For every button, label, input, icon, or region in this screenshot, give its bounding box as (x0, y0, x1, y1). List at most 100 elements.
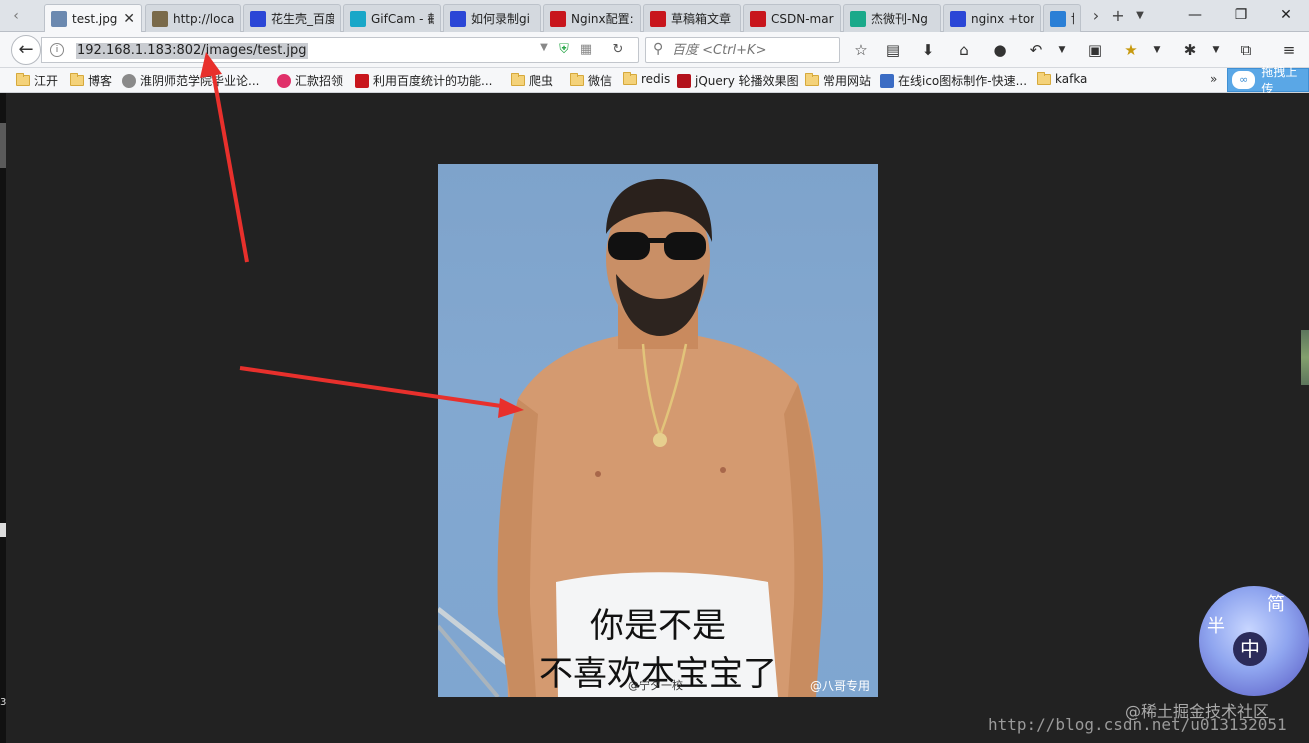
tab-label: 花生壳_百度 (271, 12, 334, 26)
tab[interactable]: http://loca (145, 4, 241, 32)
bookmark-label: 淮阴师范学院毕业论... (140, 74, 260, 88)
drag-upload-label: 拖拽上传 (1261, 65, 1298, 96)
download-icon[interactable]: ⬇ (918, 40, 938, 60)
scroll-tabs-left-icon[interactable]: ‹ (6, 6, 26, 26)
tab[interactable]: 杰微刊-Ng (843, 4, 941, 32)
tab-label: http://loca (173, 11, 234, 26)
jwk-icon-icon (850, 10, 866, 27)
tab-label: CSDN-mar (771, 11, 834, 26)
bookmark-label: 微信 (588, 74, 613, 88)
csdn-c-icon (750, 10, 766, 27)
tab-label: 草稿箱文章 (671, 12, 732, 26)
crop-icon[interactable]: ⧉ (1236, 40, 1256, 60)
folder-icon (623, 71, 637, 85)
bookmark-item[interactable]: 微信 (570, 72, 612, 89)
gifcam-icon-icon (350, 10, 366, 27)
tab[interactable]: 草稿箱文章 (643, 4, 741, 32)
tab-list-dropdown-icon[interactable]: ▼ (1130, 6, 1150, 26)
loading-icon-icon (1050, 10, 1066, 27)
tab[interactable]: CSDN-mar (743, 4, 841, 32)
bookmark-label: 利用百度统计的功能... (373, 74, 493, 88)
caption-line-1: 你是不是 (590, 606, 726, 646)
tab[interactable]: 花生壳_百度 (243, 4, 341, 32)
folder-icon (70, 73, 84, 86)
baidu-paw-icon (450, 10, 466, 27)
extension-icon[interactable]: ✱ (1180, 40, 1200, 60)
more-bookmarks-icon[interactable]: » (1210, 72, 1217, 86)
minimize-button[interactable]: — (1172, 0, 1218, 30)
reading-list-icon[interactable]: ▤ (883, 40, 903, 60)
image-thumb-icon (51, 11, 67, 27)
baidu-paw-icon (950, 10, 966, 27)
back-button[interactable]: ← (11, 35, 41, 65)
tab[interactable]: GifCam - 截 (343, 4, 441, 32)
tab[interactable]: 博 (1043, 4, 1081, 32)
undo-dropdown-icon[interactable]: ▼ (1052, 40, 1072, 60)
bookmark-item[interactable]: 常用网站 (805, 72, 871, 89)
cloud-icon: ∞ (1232, 71, 1256, 89)
baidu-paw-icon (250, 10, 266, 27)
seal-logo: 半 简 中 (1199, 586, 1309, 696)
navigation-bar: ← i 192.168.1.183:802/images/test.jpg ▼ … (0, 32, 1309, 68)
search-icon: ⚲ (653, 41, 664, 57)
tab-label: nginx +tor (971, 11, 1034, 26)
tab-label: GifCam - 截 (371, 12, 434, 26)
drag-upload-button[interactable]: ∞ 拖拽上传 (1227, 65, 1309, 96)
tab[interactable]: test.jpg ✕ (44, 4, 142, 33)
menu-icon[interactable]: ≡ (1279, 40, 1299, 60)
home-icon[interactable]: ⌂ (954, 40, 974, 60)
right-edge-indicator (1301, 330, 1309, 385)
bookmark-item[interactable]: 淮阴师范学院毕业论... (122, 72, 259, 89)
address-bar[interactable]: i 192.168.1.183:802/images/test.jpg ▼ ⛨ … (41, 37, 639, 63)
tab[interactable]: nginx +tor (943, 4, 1041, 32)
globe-icon (122, 73, 136, 88)
bookmark-label: redis (641, 72, 671, 86)
maximize-button[interactable]: ❐ (1218, 0, 1264, 30)
star-bookmark-icon[interactable]: ☆ (851, 40, 871, 60)
reader-icon[interactable]: ▣ (1085, 40, 1105, 60)
seal-center: 中 (1233, 632, 1267, 666)
bookmark-item[interactable]: 博客 (70, 72, 112, 89)
bookmark-item[interactable]: 爬虫 (511, 72, 553, 89)
csdn-icon (355, 73, 369, 88)
close-window-button[interactable]: ✕ (1263, 0, 1309, 30)
bookmark-item[interactable]: redis (623, 71, 671, 86)
tab[interactable]: Nginx配置: (543, 4, 641, 32)
bookmark-item[interactable]: 在线ico图标制作-快速... (880, 72, 1027, 89)
shield-icon[interactable]: ⛨ (556, 42, 572, 57)
bookmark-item[interactable]: jQuery 轮播效果图 (677, 72, 799, 89)
search-input[interactable] (672, 41, 832, 59)
bookmark-item[interactable]: 利用百度统计的功能... (355, 72, 492, 89)
scroll-tabs-right-icon[interactable]: › (1086, 6, 1106, 26)
page-icon-icon (152, 10, 168, 27)
image-watermark-right: @八哥专用 (810, 679, 871, 693)
extension-dropdown-icon[interactable]: ▼ (1206, 40, 1226, 60)
blog-url-watermark: http://blog.csdn.net/u013132051 (988, 715, 1287, 734)
tab-label: 博 (1071, 10, 1074, 27)
close-tab-icon[interactable]: ✕ (123, 11, 135, 27)
bookmark-label: 常用网站 (823, 74, 872, 88)
bookmark-item[interactable]: 江开 (16, 72, 58, 89)
url-text[interactable]: 192.168.1.183:802/images/test.jpg (76, 43, 308, 59)
tab[interactable]: 如何录制gi (443, 4, 541, 32)
bookmark-label: 在线ico图标制作-快速... (898, 74, 1028, 88)
favorites-star-icon[interactable]: ★ (1121, 40, 1141, 60)
csdn-c-icon (550, 10, 566, 27)
bookmark-label: 汇款招领 (295, 74, 344, 88)
bookmark-item[interactable]: kafka (1037, 71, 1087, 86)
seal-char: 简 (1267, 594, 1285, 615)
site-info-icon[interactable]: i (50, 43, 64, 57)
bookmark-label: jQuery 轮播效果图 (695, 74, 799, 88)
reload-icon[interactable]: ↻ (610, 42, 626, 57)
displayed-image[interactable]: 你是不是 不喜欢本宝宝了 @宁夕一校 @八哥专用 (438, 164, 878, 697)
new-tab-icon[interactable]: + (1108, 6, 1128, 26)
undo-icon[interactable]: ↶ (1026, 40, 1046, 60)
favorites-dropdown-icon[interactable]: ▼ (1147, 40, 1167, 60)
image-watermark-left: @宁夕一校 (628, 679, 683, 692)
url-dropdown-icon[interactable]: ▼ (536, 42, 552, 53)
search-box[interactable]: ⚲ (645, 37, 840, 63)
bookmark-item[interactable]: 汇款招领 (277, 72, 343, 89)
bookmark-label: 博客 (88, 74, 113, 88)
qr-code-icon[interactable]: ▦ (578, 42, 594, 57)
chat-icon[interactable]: ● (990, 40, 1010, 60)
